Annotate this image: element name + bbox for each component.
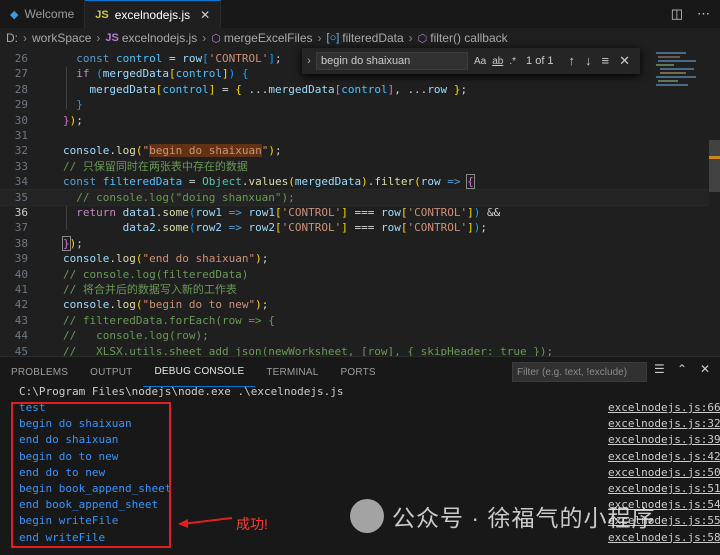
code-line: 31 bbox=[14, 129, 28, 142]
code-line: 40// console.log(filteredData) bbox=[14, 267, 249, 281]
minimap[interactable] bbox=[652, 48, 708, 356]
more-actions-icon[interactable]: ⋯ bbox=[697, 6, 710, 22]
source-link[interactable]: excelnodejs.js:50 bbox=[608, 465, 720, 481]
code-line: 37 data2.some(row2 => row2['CONTROL'] ==… bbox=[14, 221, 487, 235]
annotation-text: 成功! bbox=[236, 516, 268, 532]
search-match-marker bbox=[709, 156, 720, 159]
watermark-text: 公众号 · 徐福气的小程序 bbox=[392, 505, 656, 531]
code-line: 32 console.log("begin do shaixuan"); bbox=[14, 144, 282, 158]
code-line: 41// 将合并后的数据写入新的工作表 bbox=[14, 283, 237, 296]
match-count: 1 of 1 bbox=[526, 55, 554, 67]
code-line: 34 const filteredData = Object.values(mer… bbox=[14, 174, 475, 190]
split-editor-icon[interactable]: ◫ bbox=[671, 6, 683, 22]
chevron-right-icon: › bbox=[202, 31, 207, 45]
js-file-icon: JS bbox=[105, 32, 119, 44]
code-line: 30}); bbox=[14, 113, 83, 127]
tab-label: Welcome bbox=[24, 7, 75, 21]
tab-terminal[interactable]: TERMINAL bbox=[255, 357, 329, 387]
chevron-right-icon[interactable]: › bbox=[302, 55, 316, 67]
breadcrumb-item[interactable]: filter() callback bbox=[430, 31, 507, 45]
find-options: Aa ab .* bbox=[474, 56, 516, 67]
source-link[interactable]: excelnodejs.js:42 bbox=[608, 449, 720, 465]
editor-actions: ◫ ⋯ bbox=[671, 0, 720, 28]
tab-excelnodejs[interactable]: JS excelnodejs.js ✕ bbox=[85, 0, 222, 28]
source-link[interactable]: excelnodejs.js:66 bbox=[608, 400, 720, 416]
code-line: 44// console.log(row); bbox=[14, 329, 209, 343]
console-command: C:\Program Files\nodejs\node.exe .\excel… bbox=[19, 385, 344, 398]
breadcrumb-item[interactable]: excelnodejs.js bbox=[122, 31, 197, 45]
tab-output[interactable]: OUTPUT bbox=[79, 357, 143, 387]
breadcrumb-item[interactable]: D: bbox=[6, 31, 18, 45]
whole-word-toggle[interactable]: ab bbox=[492, 56, 503, 67]
highlight-box bbox=[11, 402, 171, 548]
breadcrumb-item[interactable]: workSpace bbox=[32, 31, 91, 45]
code-line: 28 mergedData[control] = { ...mergedData… bbox=[14, 82, 468, 96]
console-filter-input[interactable]: Filter (e.g. text, !exclude) bbox=[512, 362, 647, 382]
find-in-selection-icon[interactable]: ≡ bbox=[602, 53, 610, 69]
variable-icon: [○] bbox=[326, 32, 340, 44]
code-line: 29 } bbox=[14, 98, 83, 112]
match-case-toggle[interactable]: Aa bbox=[474, 56, 486, 67]
find-controls: ↑ ↓ ≡ ✕ bbox=[569, 53, 641, 69]
close-icon[interactable]: ✕ bbox=[200, 8, 210, 22]
code-line: 33// 只保留同时在两张表中存在的数据 bbox=[14, 159, 248, 173]
code-editor[interactable]: 26 const control = row['CONTROL']; 27 if… bbox=[0, 48, 720, 356]
breadcrumb-item[interactable]: filteredData bbox=[342, 31, 403, 45]
clear-console-icon[interactable]: ☰ bbox=[654, 362, 665, 376]
chevron-up-icon[interactable]: ⌃ bbox=[677, 362, 687, 376]
tab-problems[interactable]: PROBLEMS bbox=[0, 357, 79, 387]
breadcrumb-item[interactable]: mergeExcelFiles bbox=[224, 31, 313, 45]
chevron-right-icon: › bbox=[96, 31, 101, 45]
vertical-scrollbar[interactable] bbox=[709, 48, 720, 356]
code-line: 39 console.log("end do shaixuan"); bbox=[14, 252, 269, 266]
close-icon[interactable]: ✕ bbox=[619, 53, 630, 69]
find-widget: › begin do shaixuan Aa ab .* 1 of 1 ↑ ↓ … bbox=[302, 48, 640, 74]
js-file-icon: JS bbox=[95, 8, 109, 21]
function-icon: ⬡ bbox=[417, 32, 428, 45]
code-line: 43// filteredData.forEach(row => { bbox=[14, 313, 275, 327]
function-icon: ⬡ bbox=[211, 32, 221, 45]
tab-ports[interactable]: PORTS bbox=[330, 357, 387, 387]
source-link[interactable]: excelnodejs.js:51 bbox=[608, 481, 720, 497]
regex-toggle[interactable]: .* bbox=[509, 56, 516, 67]
scrollbar-thumb[interactable] bbox=[709, 140, 720, 192]
chevron-right-icon: › bbox=[23, 31, 27, 45]
code-line: 35 // console.log("doing shanxuan"); bbox=[0, 188, 720, 207]
source-link[interactable]: excelnodejs.js:39 bbox=[608, 432, 720, 448]
arrow-icon bbox=[178, 517, 233, 528]
source-link[interactable]: excelnodejs.js:32 bbox=[608, 416, 720, 432]
code-line: 45// XLSX.utils.sheet_add_json(newWorksh… bbox=[14, 344, 554, 356]
tab-debug-console[interactable]: DEBUG CONSOLE bbox=[143, 357, 256, 387]
find-input[interactable]: begin do shaixuan bbox=[316, 52, 468, 70]
arrow-down-icon[interactable]: ↓ bbox=[585, 53, 592, 69]
arrow-up-icon[interactable]: ↑ bbox=[569, 53, 576, 69]
breadcrumb: D: › workSpace › JS excelnodejs.js › ⬡ m… bbox=[0, 28, 720, 48]
tab-label: excelnodejs.js bbox=[114, 7, 191, 22]
vscode-icon: ◆ bbox=[10, 8, 19, 21]
close-icon[interactable]: ✕ bbox=[700, 362, 710, 376]
watermark: 公众号 · 徐福气的小程序 bbox=[350, 496, 655, 536]
code-line-current: 36 return data1.some(row1 => row1['CONTR… bbox=[14, 206, 501, 219]
code-line: 42 console.log("begin do to new"); bbox=[14, 298, 269, 312]
code-line: 38}); bbox=[14, 235, 83, 251]
tab-bar: ◆ Welcome JS excelnodejs.js ✕ ◫ ⋯ bbox=[0, 0, 720, 28]
wechat-icon bbox=[350, 499, 384, 533]
chevron-right-icon: › bbox=[317, 31, 322, 45]
chevron-right-icon: › bbox=[408, 31, 413, 45]
tab-welcome[interactable]: ◆ Welcome bbox=[0, 0, 86, 28]
